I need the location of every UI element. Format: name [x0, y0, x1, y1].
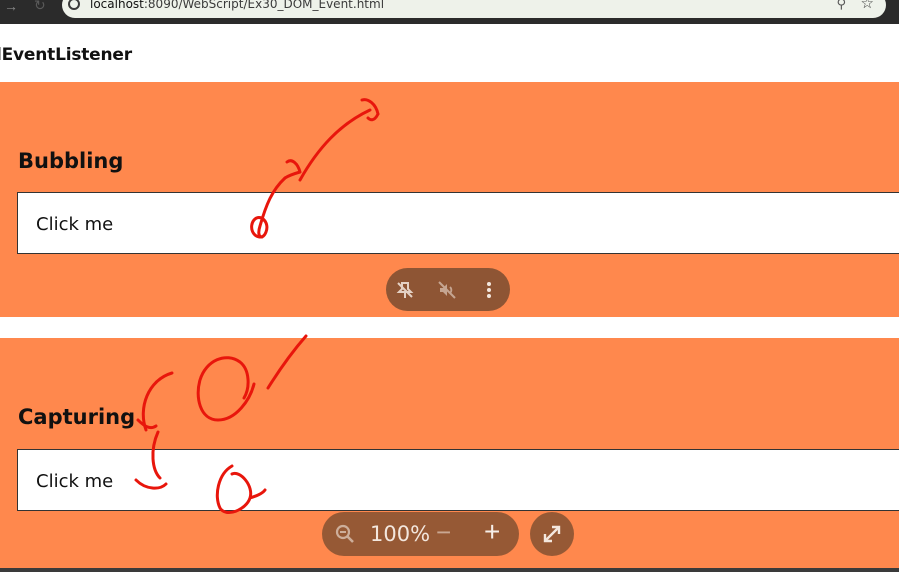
section-heading: Capturing: [18, 405, 136, 429]
star-icon[interactable]: ☆: [861, 0, 874, 12]
zoom-control: 100% − +: [322, 512, 519, 556]
address-bar[interactable]: localhost:8090/WebScript/Ex30_DOM_Event.…: [62, 0, 886, 18]
capturing-click-box[interactable]: Click me: [17, 449, 899, 511]
click-label: Click me: [36, 214, 114, 235]
unpin-icon[interactable]: [392, 277, 418, 303]
bottom-strip: [0, 568, 899, 572]
more-vertical-icon[interactable]: [476, 277, 502, 303]
url-text[interactable]: localhost:8090/WebScript/Ex30_DOM_Event.…: [90, 0, 384, 11]
fullscreen-icon: [543, 525, 561, 543]
section-heading: Bubbling: [18, 149, 124, 173]
reload-icon[interactable]: ↻: [34, 0, 46, 14]
bubbling-click-box[interactable]: Click me: [17, 192, 899, 254]
info-icon[interactable]: [68, 0, 80, 10]
fullscreen-button[interactable]: [530, 512, 574, 556]
page-title: lEventListener: [0, 45, 132, 65]
back-arrow-icon[interactable]: →: [4, 0, 18, 14]
zoom-level: 100%: [370, 522, 431, 546]
mute-icon[interactable]: [434, 277, 460, 303]
video-overlay-toolbar: [386, 268, 510, 311]
zoom-minus-button[interactable]: −: [436, 517, 451, 548]
magnifier-icon[interactable]: ⚲: [836, 0, 846, 12]
click-label: Click me: [36, 471, 114, 492]
browser-toolbar: → ↻ localhost:8090/WebScript/Ex30_DOM_Ev…: [0, 0, 899, 24]
zoom-plus-button[interactable]: +: [484, 516, 500, 548]
page-header: lEventListener: [0, 24, 899, 82]
zoom-out-icon[interactable]: [334, 523, 356, 545]
